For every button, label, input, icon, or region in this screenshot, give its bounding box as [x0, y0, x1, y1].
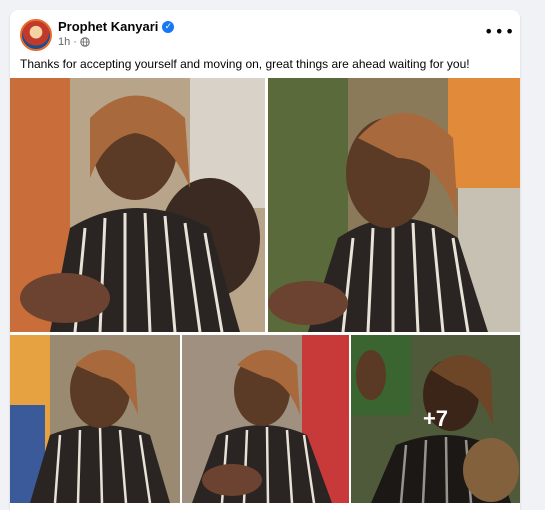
author-name[interactable]: Prophet Kanyari: [58, 19, 158, 34]
post-card: Prophet Kanyari ✓ 1h · ••• Thanks for ac…: [10, 10, 520, 510]
gallery-photo-2[interactable]: [268, 78, 520, 332]
post-meta: 1h ·: [58, 36, 90, 48]
gallery-photo-1[interactable]: [10, 78, 265, 332]
post-header: Prophet Kanyari ✓ 1h · •••: [10, 10, 520, 56]
more-photos-overlay[interactable]: +7: [351, 335, 520, 503]
post-caption: Thanks for accepting yourself and moving…: [20, 57, 470, 71]
post-time[interactable]: 1h: [58, 36, 70, 48]
photo-4-image: [182, 335, 349, 503]
more-options-icon[interactable]: •••: [484, 22, 514, 46]
gallery-photo-4[interactable]: [182, 335, 349, 503]
verified-badge-icon: ✓: [162, 20, 175, 33]
more-photos-count: +7: [422, 406, 449, 431]
avatar[interactable]: [20, 19, 52, 51]
gallery-photo-3[interactable]: [10, 335, 180, 503]
globe-icon: [80, 37, 90, 47]
gallery-photo-5[interactable]: +7: [351, 335, 520, 503]
meta-separator: ·: [73, 36, 77, 48]
photo-1-image: [10, 78, 265, 332]
photo-3-image: [10, 335, 180, 503]
author-row: Prophet Kanyari ✓: [58, 19, 175, 34]
photo-gallery: +7: [10, 78, 520, 508]
photo-2-image: [268, 78, 520, 332]
